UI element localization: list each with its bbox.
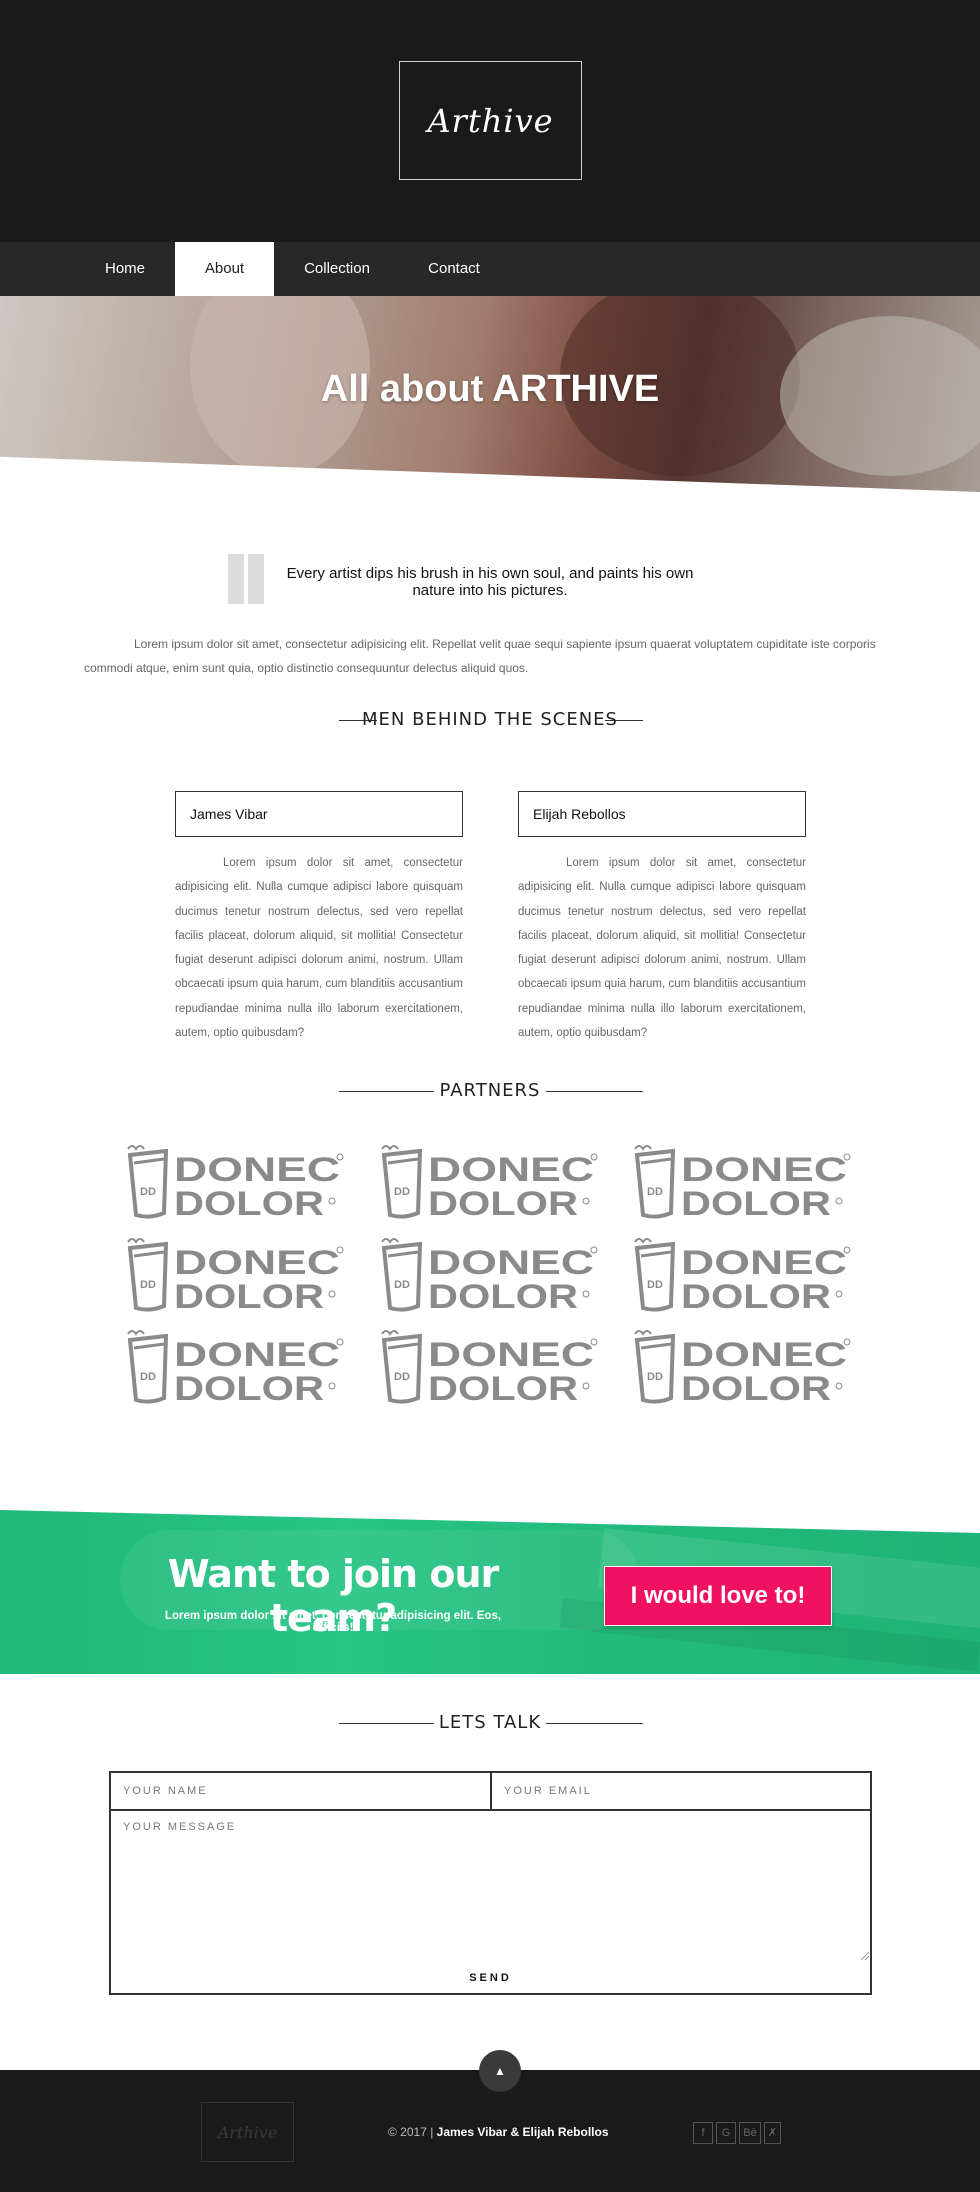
- partner-logo: DD DONEC DOLOR: [631, 1328, 857, 1406]
- message-field[interactable]: [109, 1809, 872, 1965]
- partner-cup-label: DD: [647, 1279, 663, 1291]
- nav-item-about[interactable]: About: [175, 242, 274, 296]
- partner-logo: DD DONEC DOLOR: [124, 1143, 350, 1221]
- quote-text: Every artist dips his brush in his own s…: [286, 565, 694, 599]
- partner-name-line2: DOLOR: [428, 1370, 578, 1406]
- facebook-icon[interactable]: f: [693, 2122, 713, 2144]
- partner-cup-label: DD: [647, 1371, 663, 1383]
- partner-name-line2: DOLOR: [428, 1185, 578, 1221]
- behance-icon[interactable]: Bē: [739, 2122, 761, 2144]
- name-field[interactable]: [109, 1771, 492, 1811]
- partner-logo: DD DONEC DOLOR: [631, 1236, 857, 1314]
- partner-name-line1: DONEC: [681, 1336, 847, 1374]
- send-button[interactable]: SEND: [109, 1963, 872, 1995]
- hero-banner: All about ARTHIVE: [0, 296, 980, 492]
- footer-logo-text: Arthive: [217, 2122, 278, 2142]
- partner-name-line2: DOLOR: [174, 1278, 324, 1314]
- member-bio: Lorem ipsum dolor sit amet, consectetur …: [175, 857, 463, 1040]
- nav-item-home[interactable]: Home: [88, 242, 162, 296]
- join-cta-button[interactable]: I would love to!: [604, 1566, 832, 1626]
- partner-logo: DD DONEC DOLOR: [378, 1328, 604, 1406]
- google-icon[interactable]: G: [716, 2122, 736, 2144]
- partner-cup-label: DD: [394, 1186, 410, 1198]
- site-header: Arthive: [0, 0, 980, 242]
- partner-cup-label: DD: [140, 1371, 156, 1383]
- member-name-card: Elijah Rebollos: [518, 791, 806, 837]
- member-name-card: James Vibar: [175, 791, 463, 837]
- site-logo[interactable]: Arthive: [399, 61, 582, 180]
- back-to-top-button[interactable]: ▲: [479, 2050, 521, 2092]
- member-bio: Lorem ipsum dolor sit amet, consectetur …: [518, 857, 806, 1040]
- partner-logo: DD DONEC DOLOR: [124, 1236, 350, 1314]
- partner-cup-label: DD: [140, 1186, 156, 1198]
- resize-grip-icon[interactable]: [861, 1952, 869, 1960]
- nav-item-contact[interactable]: Contact: [410, 242, 498, 296]
- partner-logo: DD DONEC DOLOR: [378, 1236, 604, 1314]
- nav-item-collection[interactable]: Collection: [290, 242, 384, 296]
- partner-name-line2: DOLOR: [681, 1185, 831, 1221]
- partner-cup-label: DD: [647, 1186, 663, 1198]
- partner-name-line2: DOLOR: [174, 1370, 324, 1406]
- partner-name-line1: DONEC: [428, 1244, 594, 1282]
- partner-cup-label: DD: [394, 1371, 410, 1383]
- partner-name-line1: DONEC: [174, 1244, 340, 1282]
- partner-cup-label: DD: [394, 1279, 410, 1291]
- page-title: All about ARTHIVE: [320, 368, 660, 410]
- copyright-text: © 2017 | James Vibar & Elijah Rebollos: [388, 2125, 609, 2139]
- partners-heading: PARTNERS: [439, 1080, 541, 1101]
- partner-name-line1: DONEC: [681, 1244, 847, 1282]
- partner-logo: DD DONEC DOLOR: [378, 1143, 604, 1221]
- partner-name-line2: DOLOR: [174, 1185, 324, 1221]
- footer-logo[interactable]: Arthive: [201, 2102, 294, 2162]
- logo-text: Arthive: [427, 101, 554, 140]
- partner-name-line1: DONEC: [428, 1336, 594, 1374]
- partner-name-line1: DONEC: [174, 1151, 340, 1189]
- partner-name-line2: DOLOR: [428, 1278, 578, 1314]
- quote-mark-icon: [228, 554, 270, 604]
- arrow-up-icon: ▲: [494, 2064, 506, 2078]
- partner-logo: DD DONEC DOLOR: [124, 1328, 350, 1406]
- partner-name-line2: DOLOR: [681, 1370, 831, 1406]
- contact-heading: LETS TALK: [438, 1712, 542, 1733]
- heading-rule-right: [546, 1091, 643, 1092]
- intro-paragraph: Lorem ipsum dolor sit amet, consectetur …: [84, 637, 876, 675]
- partner-name-line2: DOLOR: [681, 1278, 831, 1314]
- partner-logo: DD DONEC DOLOR: [631, 1143, 857, 1221]
- partner-name-line1: DONEC: [428, 1151, 594, 1189]
- join-banner: Want to join our team? Lorem ipsum dolor…: [0, 1510, 980, 1674]
- heading-rule-right: [546, 1723, 643, 1724]
- team-heading: MEN BEHIND THE SCENES: [362, 709, 618, 730]
- partner-name-line1: DONEC: [681, 1151, 847, 1189]
- partner-name-line1: DONEC: [174, 1336, 340, 1374]
- main-nav: Home About Collection Contact: [0, 242, 980, 296]
- join-subtitle: Lorem ipsum dolor sit amet, consectetur …: [164, 1610, 502, 1634]
- email-field[interactable]: [490, 1771, 872, 1811]
- partner-cup-label: DD: [140, 1279, 156, 1291]
- copyright-label: © 2017 |: [388, 2125, 437, 2139]
- xing-icon[interactable]: ✗: [764, 2122, 781, 2144]
- heading-rule-right: [605, 720, 643, 721]
- copyright-authors: James Vibar & Elijah Rebollos: [436, 2125, 609, 2139]
